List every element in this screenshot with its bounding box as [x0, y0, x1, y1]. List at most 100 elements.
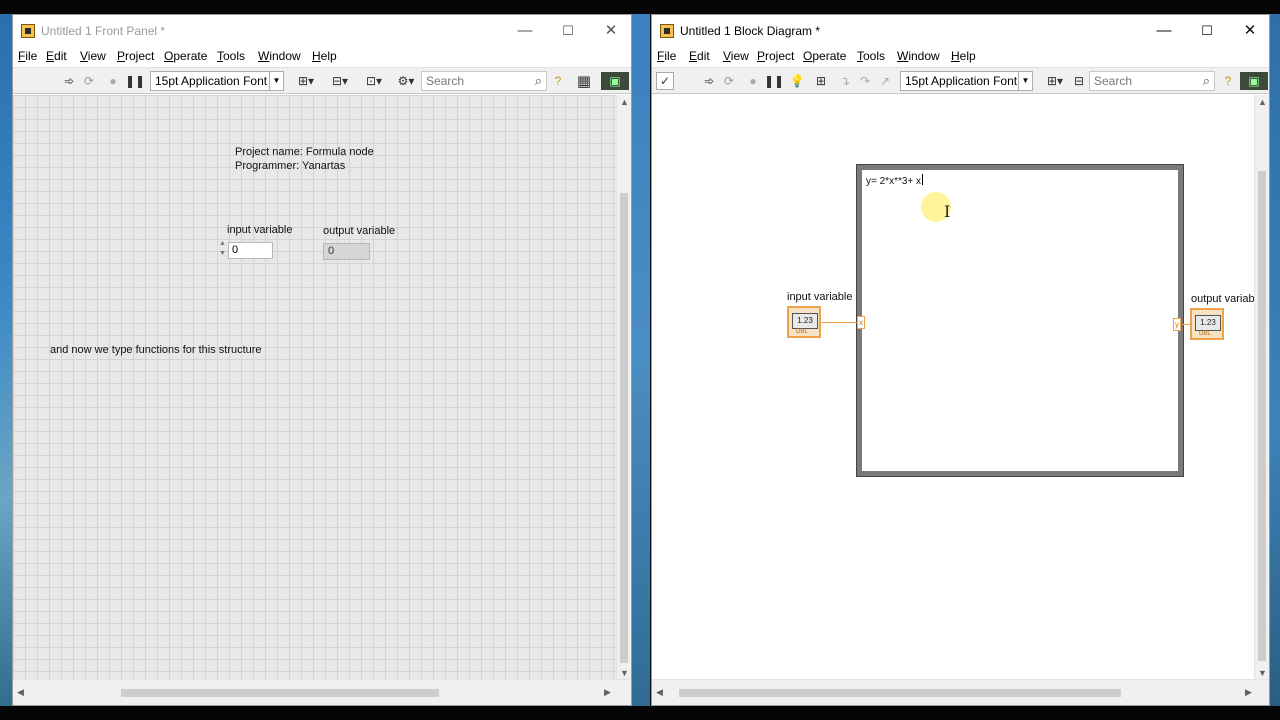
menu-file[interactable]: File	[657, 49, 676, 63]
run-arrow-icon[interactable]: ➾	[700, 72, 718, 90]
run-continuously-icon[interactable]: ⟳	[80, 72, 98, 90]
formula-node[interactable]: y= 2*x**3+ x I	[856, 164, 1184, 477]
close-button[interactable]: ✕	[591, 19, 631, 43]
input-variable-terminal[interactable]: 1.23 DBL	[787, 306, 821, 338]
toolbar: ➾ ⟳ ● ❚❚ 15pt Application Font ▼ ⊞▾ ⊟▾ ⊡…	[13, 67, 631, 94]
maximize-button[interactable]: ☐	[548, 19, 588, 43]
vi-icon[interactable]: ▣	[601, 72, 629, 90]
menu-view[interactable]: View	[80, 49, 106, 63]
connector-pane-icon[interactable]: ▦	[569, 72, 599, 90]
front-panel-window: Untitled 1 Front Panel * — ☐ ✕ File Edit…	[12, 14, 632, 706]
desktop-background	[1270, 14, 1280, 706]
menu-operate[interactable]: Operate	[164, 49, 207, 63]
desktop-background	[632, 14, 650, 706]
step-into-icon[interactable]: ↴	[836, 72, 854, 90]
scroll-thumb[interactable]	[679, 689, 1121, 697]
text-cursor-icon: I	[944, 202, 951, 221]
highlight-execution-icon[interactable]: 💡	[788, 72, 806, 90]
menu-operate[interactable]: Operate	[803, 49, 846, 63]
window-title: Untitled 1 Block Diagram *	[680, 24, 821, 38]
menu-help[interactable]: Help	[951, 49, 976, 63]
front-panel-canvas[interactable]: Project name: Formula node Programmer: Y…	[13, 95, 617, 681]
abort-icon[interactable]: ●	[104, 72, 122, 90]
scroll-thumb[interactable]	[1258, 171, 1266, 661]
context-help-icon[interactable]: ?	[1219, 72, 1237, 90]
minimize-button[interactable]: —	[1144, 19, 1184, 43]
font-selector-label: 15pt Application Font	[905, 74, 1018, 88]
horizontal-scrollbar[interactable]: ◀ ▶	[652, 679, 1269, 705]
align-objects-icon[interactable]: ⊞▾	[1040, 72, 1070, 90]
menu-view[interactable]: View	[723, 49, 749, 63]
menu-project[interactable]: Project	[757, 49, 794, 63]
menu-tools[interactable]: Tools	[217, 49, 245, 63]
input-variable-terminal-label: input variable	[787, 291, 853, 303]
scroll-right-icon[interactable]: ▶	[600, 685, 615, 700]
search-icon: ⌕	[534, 73, 542, 88]
window-title: Untitled 1 Front Panel *	[41, 24, 166, 38]
data-type-label: DBL	[796, 329, 808, 335]
output-wire[interactable]	[1182, 324, 1190, 325]
run-continuously-icon[interactable]: ⟳	[720, 72, 738, 90]
input-wire[interactable]	[821, 322, 857, 323]
checkmark-icon[interactable]: ✓	[656, 72, 674, 90]
screen-top-bar	[0, 0, 1280, 14]
search-input[interactable]: Search ⌕	[1089, 71, 1215, 91]
menu-bar: File Edit View Project Operate Tools Win…	[652, 47, 1269, 67]
block-diagram-window: Untitled 1 Block Diagram * — ☐ ✕ File Ed…	[651, 14, 1270, 706]
screen-bottom-bar	[0, 706, 1280, 720]
scroll-left-icon[interactable]: ◀	[13, 685, 28, 700]
scroll-up-icon[interactable]: ▲	[1255, 95, 1270, 110]
increment-decrement-spinner[interactable]: ▲ ▼	[218, 239, 227, 261]
menu-project[interactable]: Project	[117, 49, 154, 63]
menu-edit[interactable]: Edit	[46, 49, 67, 63]
menu-help[interactable]: Help	[312, 49, 337, 63]
desktop-background	[0, 14, 12, 706]
vertical-scrollbar[interactable]: ▲ ▼	[616, 95, 631, 681]
font-selector[interactable]: 15pt Application Font ▼	[900, 71, 1033, 91]
chevron-down-icon: ▼	[269, 72, 283, 90]
input-variable-control[interactable]: 0	[228, 242, 273, 259]
output-variable-indicator: 0	[323, 243, 370, 260]
menu-window[interactable]: Window	[258, 49, 301, 63]
output-variable-label: output variable	[323, 225, 396, 237]
block-diagram-titlebar[interactable]: Untitled 1 Block Diagram * — ☐ ✕	[652, 15, 1269, 47]
align-objects-icon[interactable]: ⊞▾	[291, 72, 321, 90]
front-panel-titlebar[interactable]: Untitled 1 Front Panel * — ☐ ✕	[13, 15, 631, 47]
close-button[interactable]: ✕	[1230, 19, 1270, 43]
context-help-icon[interactable]: ?	[549, 72, 567, 90]
scroll-right-icon[interactable]: ▶	[1241, 685, 1256, 700]
formula-text[interactable]: y= 2*x**3+ x	[866, 174, 924, 187]
resize-objects-icon[interactable]: ⊡▾	[359, 72, 389, 90]
input-port-x[interactable]: x	[857, 316, 865, 329]
maximize-button[interactable]: ☐	[1187, 19, 1227, 43]
instruction-note: and now we type functions for this struc…	[50, 344, 262, 356]
reorder-icon[interactable]: ⚙▾	[393, 72, 419, 90]
abort-icon[interactable]: ●	[744, 72, 762, 90]
step-out-icon[interactable]: ↗	[876, 72, 894, 90]
output-variable-terminal-label: output variab	[1191, 293, 1255, 305]
pause-icon[interactable]: ❚❚	[124, 72, 145, 90]
run-arrow-icon[interactable]: ➾	[60, 72, 78, 90]
menu-file[interactable]: File	[18, 49, 37, 63]
scroll-up-icon[interactable]: ▲	[617, 95, 632, 110]
minimize-button[interactable]: —	[505, 19, 545, 43]
output-port-y[interactable]: y	[1173, 318, 1181, 331]
output-variable-terminal[interactable]: 1.23 DBL	[1190, 308, 1224, 340]
scroll-thumb[interactable]	[620, 193, 628, 663]
vertical-scrollbar[interactable]: ▲ ▼	[1254, 95, 1269, 681]
block-diagram-canvas[interactable]: y= 2*x**3+ x I input variable 1.23 DBL x…	[652, 95, 1255, 681]
distribute-objects-icon[interactable]: ⊟▾	[325, 72, 355, 90]
menu-tools[interactable]: Tools	[857, 49, 885, 63]
distribute-objects-icon[interactable]: ⊟	[1072, 72, 1086, 90]
search-input[interactable]: Search ⌕	[421, 71, 547, 91]
scroll-thumb[interactable]	[121, 689, 439, 697]
pause-icon[interactable]: ❚❚	[763, 72, 784, 90]
horizontal-scrollbar[interactable]: ◀ ▶	[13, 679, 631, 705]
vi-icon[interactable]: ▣	[1240, 72, 1268, 90]
scroll-left-icon[interactable]: ◀	[652, 685, 667, 700]
menu-window[interactable]: Window	[897, 49, 940, 63]
menu-edit[interactable]: Edit	[689, 49, 710, 63]
step-over-icon[interactable]: ↷	[856, 72, 874, 90]
font-selector[interactable]: 15pt Application Font ▼	[150, 71, 284, 91]
retain-wire-values-icon[interactable]: ⊞	[812, 72, 830, 90]
